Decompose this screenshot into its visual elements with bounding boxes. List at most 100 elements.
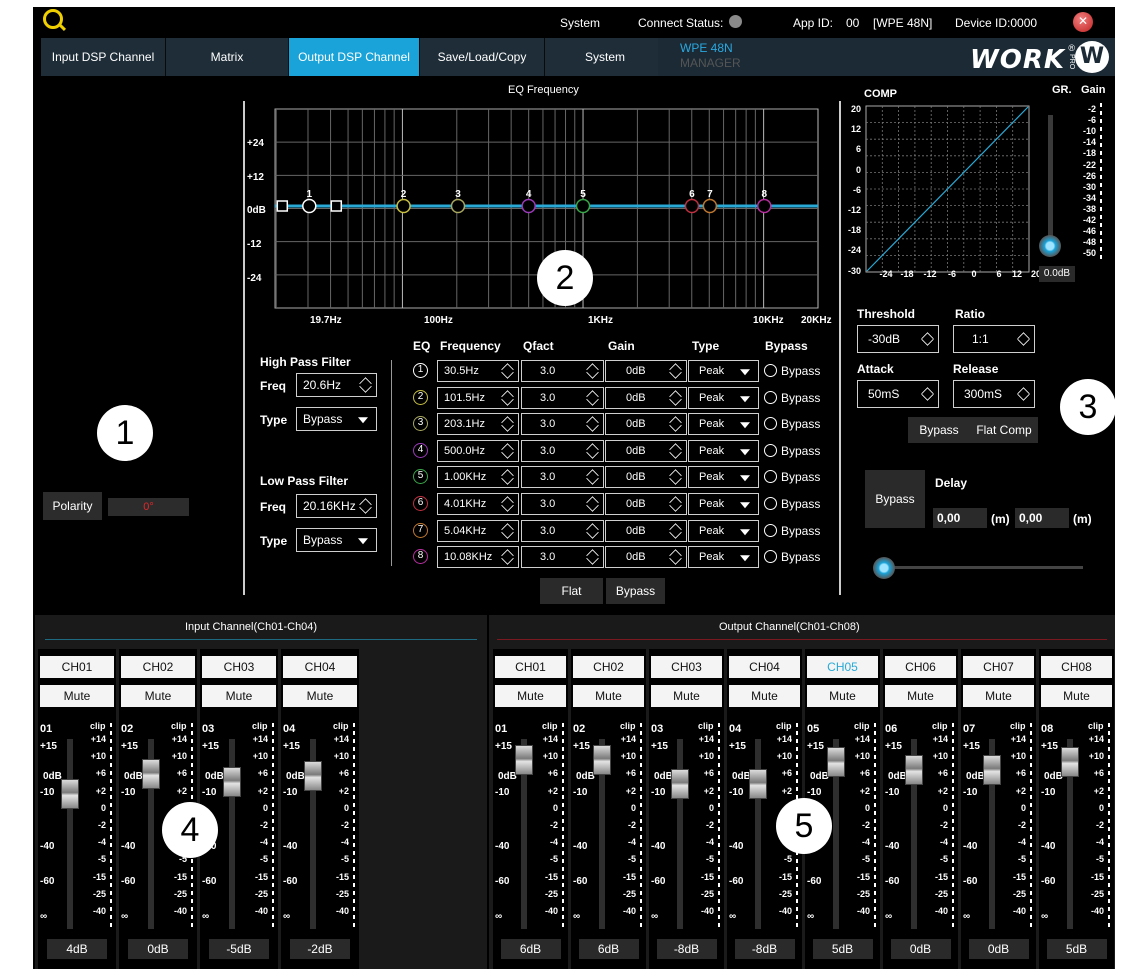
eq-qfact-input[interactable]: 3.0 <box>521 493 604 515</box>
mute-button[interactable]: Mute <box>729 685 800 707</box>
eq-bypass-radio[interactable]: Bypass <box>764 364 820 378</box>
eq-bypass-radio[interactable]: Bypass <box>764 497 820 511</box>
delay-value-2[interactable]: 0,00 <box>1015 508 1069 528</box>
eq-bypass-radio[interactable]: Bypass <box>764 470 820 484</box>
channel-select-button[interactable]: CH04 <box>729 656 800 678</box>
threshold-input[interactable]: -30dB <box>857 325 939 353</box>
eq-gain-input[interactable]: 0dB <box>605 386 687 409</box>
tab-system[interactable]: System <box>545 38 666 76</box>
eq-qfact-input[interactable]: 3.0 <box>521 360 604 382</box>
attack-input[interactable]: 50mS <box>857 380 939 408</box>
eq-type-select[interactable]: Peak <box>688 519 759 542</box>
mute-button[interactable]: Mute <box>121 685 195 707</box>
polarity-button[interactable]: Polarity <box>43 492 102 520</box>
gain-slider-handle[interactable] <box>1039 235 1061 257</box>
mute-button[interactable]: Mute <box>283 685 357 707</box>
eq-gain-input[interactable]: 0dB <box>605 413 687 436</box>
eq-gain-input[interactable]: 0dB <box>605 360 687 382</box>
tab-input-dsp-channel[interactable]: Input DSP Channel <box>41 38 166 76</box>
eq-gain-input[interactable]: 0dB <box>605 546 687 569</box>
eq-qfact-input[interactable]: 3.0 <box>521 439 604 462</box>
channel-select-button[interactable]: CH03 <box>202 656 276 678</box>
channel-select-button[interactable]: CH04 <box>283 656 357 678</box>
eq-gain-input[interactable]: 0dB <box>605 493 687 515</box>
tab-save-load-copy[interactable]: Save/Load/Copy <box>420 38 545 76</box>
eq-qfact-input[interactable]: 3.0 <box>521 386 604 409</box>
flat-comp-button[interactable]: Flat Comp <box>970 417 1038 443</box>
eq-type-select[interactable]: Peak <box>688 466 759 489</box>
eq-frequency-input[interactable]: 4.01KHz <box>437 493 519 515</box>
release-input[interactable]: 300mS <box>953 380 1035 408</box>
mute-button[interactable]: Mute <box>202 685 276 707</box>
fader-handle[interactable] <box>592 745 611 775</box>
eq-gain-input[interactable]: 0dB <box>605 519 687 542</box>
comp-bypass-button[interactable]: Bypass <box>908 417 970 443</box>
radio-icon[interactable] <box>764 364 777 377</box>
close-icon[interactable]: ✕ <box>1073 12 1093 32</box>
eq-type-select[interactable]: Peak <box>688 546 759 569</box>
mute-button[interactable]: Mute <box>963 685 1034 707</box>
fader-handle[interactable] <box>748 769 767 799</box>
delay-value-1[interactable]: 0,00 <box>933 508 987 528</box>
eq-type-select[interactable]: Peak <box>688 386 759 409</box>
mute-button[interactable]: Mute <box>40 685 114 707</box>
channel-select-button[interactable]: CH02 <box>573 656 644 678</box>
search-icon[interactable] <box>43 9 63 29</box>
eq-bypass-radio[interactable]: Bypass <box>764 390 820 405</box>
eq-type-select[interactable]: Peak <box>688 360 759 382</box>
mute-button[interactable]: Mute <box>807 685 878 707</box>
eq-bypass-radio[interactable]: Bypass <box>764 417 820 431</box>
fader-handle[interactable] <box>1060 747 1079 777</box>
low-pass-freq-input[interactable]: 20.16KHz <box>296 494 377 518</box>
fader-handle[interactable] <box>61 779 79 809</box>
mute-button[interactable]: Mute <box>573 685 644 707</box>
radio-icon[interactable] <box>764 523 777 537</box>
eq-frequency-input[interactable]: 10.08KHz <box>437 546 519 569</box>
eq-qfact-input[interactable]: 3.0 <box>521 546 604 569</box>
delay-slider-handle[interactable] <box>873 557 895 579</box>
high-pass-type-select[interactable]: Bypass <box>296 407 377 431</box>
fader-handle[interactable] <box>304 761 322 791</box>
radio-icon[interactable] <box>764 390 777 404</box>
ratio-input[interactable]: 1:1 <box>953 325 1035 353</box>
eq-flat-button[interactable]: Flat <box>540 578 603 604</box>
fader-handle[interactable] <box>982 755 1001 785</box>
high-pass-freq-input[interactable]: 20.6Hz <box>296 373 377 397</box>
delay-slider-track[interactable] <box>883 566 1083 569</box>
eq-bypass-button[interactable]: Bypass <box>606 578 665 604</box>
fader-handle[interactable] <box>904 755 923 785</box>
eq-bypass-radio[interactable]: Bypass <box>764 550 820 564</box>
delay-bypass-button[interactable]: Bypass <box>865 470 925 528</box>
channel-select-button[interactable]: CH01 <box>40 656 114 678</box>
radio-icon[interactable] <box>764 550 777 564</box>
eq-frequency-input[interactable]: 101.5Hz <box>437 386 519 409</box>
channel-select-button[interactable]: CH05 <box>807 656 878 678</box>
fader-handle[interactable] <box>670 769 689 799</box>
fader-track[interactable] <box>67 739 73 929</box>
eq-frequency-input[interactable]: 30.5Hz <box>437 360 519 382</box>
mute-button[interactable]: Mute <box>885 685 956 707</box>
mute-button[interactable]: Mute <box>651 685 722 707</box>
radio-icon[interactable] <box>764 443 777 457</box>
fader-handle[interactable] <box>514 745 533 775</box>
eq-gain-input[interactable]: 0dB <box>605 466 687 489</box>
mute-button[interactable]: Mute <box>495 685 566 707</box>
eq-frequency-input[interactable]: 203.1Hz <box>437 413 519 436</box>
mute-button[interactable]: Mute <box>1041 685 1112 707</box>
channel-select-button[interactable]: CH01 <box>495 656 566 678</box>
radio-icon[interactable] <box>764 470 777 484</box>
fader-track[interactable] <box>754 739 761 929</box>
channel-select-button[interactable]: CH02 <box>121 656 195 678</box>
eq-gain-input[interactable]: 0dB <box>605 439 687 462</box>
tab-output-dsp-channel[interactable]: Output DSP Channel <box>289 38 420 76</box>
eq-frequency-input[interactable]: 5.04KHz <box>437 519 519 542</box>
channel-select-button[interactable]: CH03 <box>651 656 722 678</box>
radio-icon[interactable] <box>764 497 777 510</box>
eq-type-select[interactable]: Peak <box>688 493 759 515</box>
eq-qfact-input[interactable]: 3.0 <box>521 519 604 542</box>
low-pass-type-select[interactable]: Bypass <box>296 528 377 552</box>
channel-select-button[interactable]: CH06 <box>885 656 956 678</box>
tab-matrix[interactable]: Matrix <box>166 38 289 76</box>
fader-track[interactable] <box>676 739 683 929</box>
eq-qfact-input[interactable]: 3.0 <box>521 413 604 436</box>
